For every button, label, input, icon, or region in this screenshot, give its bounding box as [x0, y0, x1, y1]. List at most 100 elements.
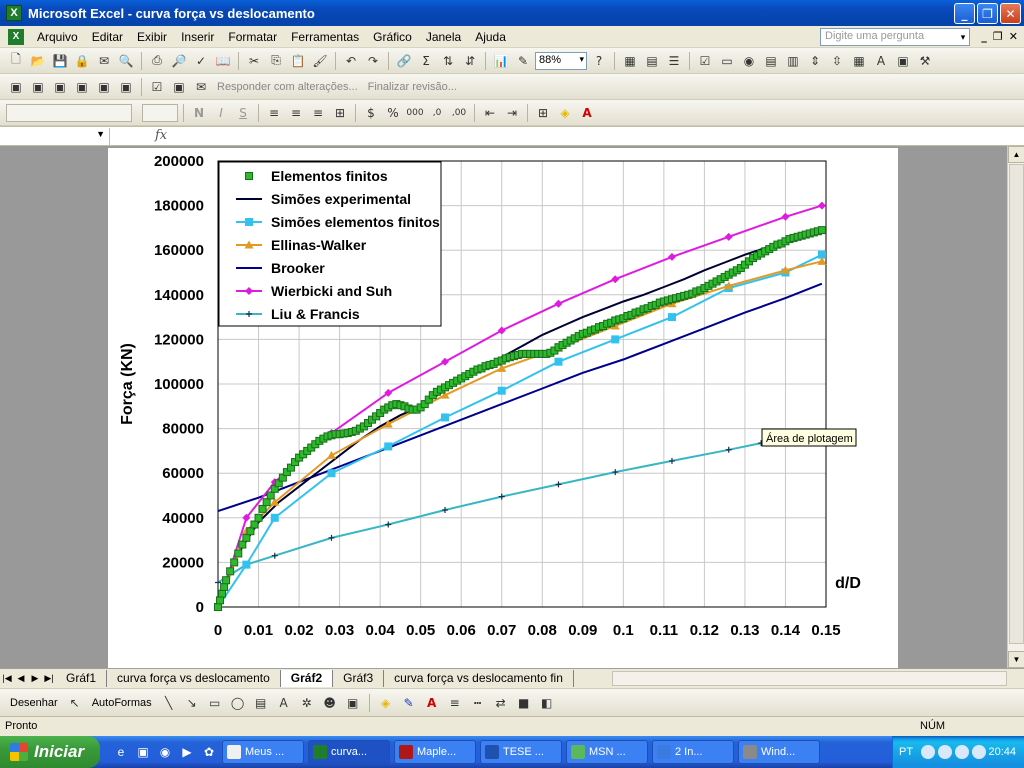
draw-font-color-icon[interactable]: A	[422, 693, 442, 713]
start-button[interactable]: Iniciar	[0, 736, 100, 768]
scrollbar-form-icon[interactable]: ⇕	[805, 51, 825, 71]
review-icon-3[interactable]: ▣	[50, 77, 70, 97]
help-dropdown-icon[interactable]: ▾	[956, 28, 970, 46]
name-box-dropdown-icon[interactable]: ▼	[96, 129, 105, 139]
option-button-icon[interactable]: ◉	[739, 51, 759, 71]
tab-graf3[interactable]: Gráf3	[333, 669, 385, 687]
chart-svg[interactable]: 0 20000 40000 60000 80000 100000 120000 140000 1…	[108, 148, 898, 668]
menu-janela[interactable]: Janela	[419, 30, 468, 44]
menu-exibir[interactable]: Exibir	[130, 30, 174, 44]
menu-arquivo[interactable]: Arquivo	[30, 30, 85, 44]
help-question-input[interactable]: Digite uma pergunta	[820, 28, 970, 46]
scroll-thumb[interactable]	[1009, 164, 1024, 644]
vertical-scrollbar[interactable]: ▲ ▼	[1007, 146, 1024, 668]
draw-menu-button[interactable]: Desenhar	[6, 697, 62, 709]
menu-inserir[interactable]: Inserir	[174, 30, 221, 44]
format-chart-area-icon[interactable]: ▦	[620, 51, 640, 71]
email-icon[interactable]: ✉	[94, 51, 114, 71]
task-excel[interactable]: curva...	[308, 740, 390, 764]
folder-icon[interactable]: ▣	[134, 743, 152, 761]
review-icon-4[interactable]: ▣	[72, 77, 92, 97]
image-icon[interactable]: ▣	[893, 51, 913, 71]
save-icon[interactable]: 💾	[50, 51, 70, 71]
autoshapes-button[interactable]: AutoFormas	[88, 697, 156, 709]
percent-icon[interactable]: %	[383, 103, 403, 123]
review-icon-8[interactable]: ▣	[169, 77, 189, 97]
menu-editar[interactable]: Editar	[85, 30, 130, 44]
clipart-icon[interactable]: ☻	[320, 693, 340, 713]
close-button[interactable]: ✕	[1000, 3, 1021, 24]
shadow-icon[interactable]: ■	[514, 693, 534, 713]
rectangle-icon[interactable]: ▭	[205, 693, 225, 713]
line-style-icon[interactable]: ≡	[445, 693, 465, 713]
decrease-decimal-icon[interactable]: ,00	[449, 103, 469, 123]
chart-type-icon[interactable]: ▤	[642, 51, 662, 71]
review-icon-7[interactable]: ☑	[147, 77, 167, 97]
copy-icon[interactable]: ⎘	[266, 51, 286, 71]
prev-sheet-icon[interactable]: ◀	[14, 673, 28, 684]
minimize-button[interactable]: _	[954, 3, 975, 24]
tab-graf1[interactable]: Gráf1	[56, 669, 108, 687]
horizontal-scrollbar[interactable]	[612, 671, 1007, 686]
decrease-indent-icon[interactable]: ⇤	[480, 103, 500, 123]
font-size-select[interactable]	[142, 103, 178, 122]
print-preview-icon[interactable]: 🔎	[169, 51, 189, 71]
redo-icon[interactable]: ↷	[363, 51, 383, 71]
menu-ferramentas[interactable]: Ferramentas	[284, 30, 366, 44]
thousands-icon[interactable]: 000	[405, 103, 425, 123]
menu-ajuda[interactable]: Ajuda	[468, 30, 513, 44]
document-icon[interactable]: X	[8, 28, 24, 45]
menu-formatar[interactable]: Formatar	[221, 30, 284, 44]
end-review-button[interactable]: Finalizar revisão...	[364, 81, 461, 93]
task-meus-documentos[interactable]: Meus ...	[222, 740, 304, 764]
search-file-icon[interactable]: 🔍	[116, 51, 136, 71]
undo-icon[interactable]: ↶	[341, 51, 361, 71]
last-sheet-icon[interactable]: ▶|	[42, 673, 56, 684]
combo-icon[interactable]: ▥	[783, 51, 803, 71]
review-icon-6[interactable]: ▣	[116, 77, 136, 97]
increase-decimal-icon[interactable]: ,0	[427, 103, 447, 123]
first-sheet-icon[interactable]: |◀	[0, 673, 14, 684]
sort-asc-icon[interactable]: ⇅	[438, 51, 458, 71]
font-name-select[interactable]	[6, 103, 132, 122]
line-color-icon[interactable]: ✎	[399, 693, 419, 713]
textbox-icon[interactable]: ▤	[251, 693, 271, 713]
name-box[interactable]: ▼	[2, 128, 110, 145]
drawing-icon[interactable]: ✎	[513, 51, 533, 71]
task-maple[interactable]: Maple...	[394, 740, 476, 764]
tray-arrow-icon[interactable]	[921, 745, 936, 759]
review-icon-9[interactable]: ✉	[191, 77, 211, 97]
increase-indent-icon[interactable]: ⇥	[502, 103, 522, 123]
media-player-icon[interactable]: ▶	[178, 743, 196, 761]
permission-icon[interactable]: 🔒	[72, 51, 92, 71]
menu-grafico[interactable]: Gráfico	[366, 30, 419, 44]
zoom-select[interactable]: 88%	[535, 51, 587, 70]
tray-network-icon[interactable]	[938, 745, 953, 759]
help-icon[interactable]: ?	[589, 51, 609, 71]
task-msn[interactable]: MSN ...	[566, 740, 648, 764]
tab-graf2[interactable]: Gráf2	[280, 669, 334, 687]
tray-mail-icon[interactable]	[972, 745, 987, 759]
listbox-icon[interactable]: ▤	[761, 51, 781, 71]
task-internet[interactable]: 2 In...	[652, 740, 734, 764]
draw-fill-color-icon[interactable]: ◈	[376, 693, 396, 713]
new-icon[interactable]: 🗋	[6, 51, 26, 71]
hyperlink-icon[interactable]: 🔗	[394, 51, 414, 71]
chart-wizard-icon[interactable]: 📊	[491, 51, 511, 71]
merge-center-icon[interactable]: ⊞	[330, 103, 350, 123]
msn-icon[interactable]: ✿	[200, 743, 218, 761]
underline-icon[interactable]: S	[233, 103, 253, 123]
legend-icon[interactable]: ☰	[664, 51, 684, 71]
3d-icon[interactable]: ◧	[537, 693, 557, 713]
restore-button[interactable]: ❐	[977, 3, 998, 24]
format-painter-icon[interactable]: 🖌	[310, 51, 330, 71]
doc-restore-icon[interactable]: ❐	[993, 30, 1003, 43]
doc-close-icon[interactable]: ✕	[1009, 30, 1018, 43]
review-icon-1[interactable]: ▣	[6, 77, 26, 97]
wordart-icon[interactable]: A	[274, 693, 294, 713]
spelling-icon[interactable]: ✓	[191, 51, 211, 71]
excel-app-icon[interactable]: X	[6, 5, 22, 21]
print-icon[interactable]: ⎙	[147, 51, 167, 71]
review-icon-2[interactable]: ▣	[28, 77, 48, 97]
review-icon-5[interactable]: ▣	[94, 77, 114, 97]
